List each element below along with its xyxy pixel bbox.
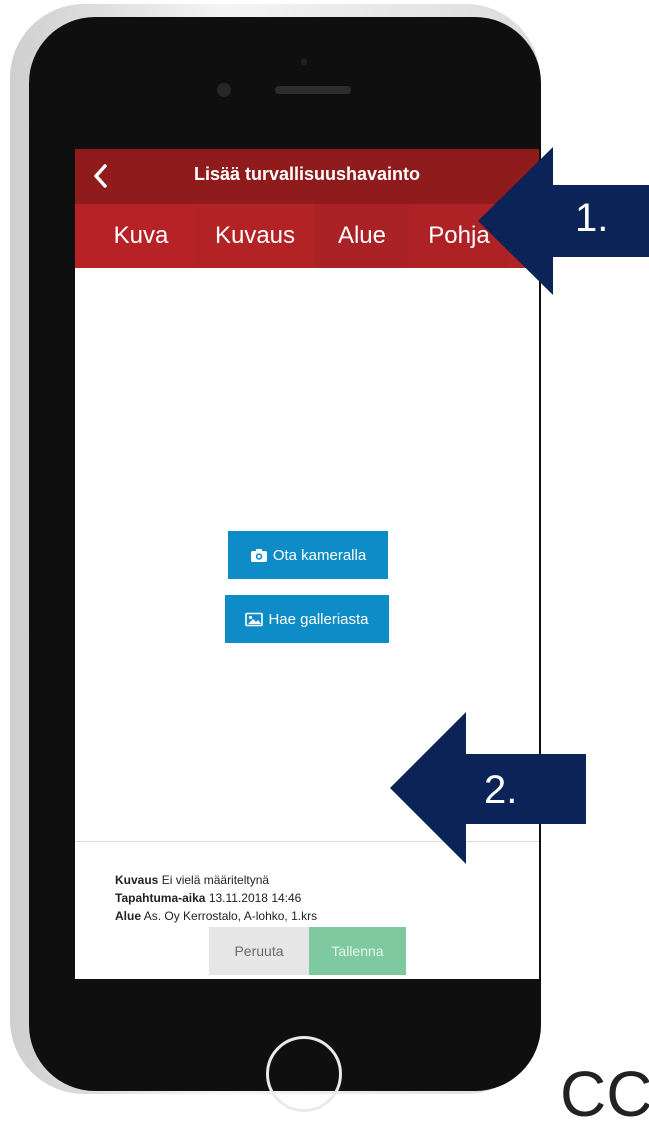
tab-kuvaus[interactable]: Kuvaus	[195, 204, 315, 268]
cancel-button[interactable]: Peruuta	[209, 927, 309, 975]
take-photo-label: Ota kameralla	[272, 546, 367, 564]
summary-label: Kuvaus	[115, 873, 159, 887]
home-button[interactable]	[266, 1036, 342, 1112]
tab-label: Alue	[337, 222, 387, 249]
summary-value: 13.11.2018 14:46	[208, 891, 302, 905]
tab-alue[interactable]: Alue	[315, 204, 409, 268]
tab-label: Kuva	[113, 222, 169, 249]
app-header: Lisää turvallisuushavainto	[75, 149, 539, 204]
summary-description: Kuvaus Ei vielä määriteltynä	[115, 871, 317, 889]
tab-label: Kuvaus	[214, 222, 296, 249]
observation-summary: Kuvaus Ei vielä määriteltynä Tapahtuma-a…	[115, 871, 317, 925]
image-icon	[245, 612, 264, 627]
tab-bar: Kuva Kuvaus Alue Pohja	[75, 204, 539, 268]
front-camera	[217, 83, 231, 97]
phone-body: Lisää turvallisuushavainto Kuva Kuvaus A…	[29, 17, 541, 1112]
summary-time: Tapahtuma-aika 13.11.2018 14:46	[115, 889, 317, 907]
camera-icon	[250, 548, 268, 563]
page-title: Lisää turvallisuushavainto	[193, 164, 421, 184]
phone-frame: Lisää turvallisuushavainto Kuva Kuvaus A…	[10, 4, 541, 1112]
summary-value: As. Oy Kerrostalo, A-lohko, 1.krs	[143, 909, 318, 923]
earpiece-speaker	[275, 86, 351, 94]
tab-kuva[interactable]: Kuva	[75, 204, 195, 268]
pick-from-gallery-label: Hae galleriasta	[268, 610, 369, 628]
summary-label: Tapahtuma-aika	[115, 891, 206, 905]
summary-label: Alue	[115, 909, 142, 923]
callout-arrow-1	[478, 147, 649, 295]
summary-area: Alue As. Oy Kerrostalo, A-lohko, 1.krs	[115, 907, 317, 925]
take-photo-button[interactable]: Ota kameralla	[228, 531, 388, 579]
summary-value: Ei vielä määriteltynä	[161, 873, 270, 887]
callout-label-1: 1.	[575, 196, 609, 240]
callout-label-2: 2.	[484, 768, 518, 812]
save-button[interactable]: Tallenna	[309, 927, 406, 975]
proximity-sensor	[301, 59, 307, 65]
pick-from-gallery-button[interactable]: Hae galleriasta	[225, 595, 389, 643]
partial-logo-text: CC	[560, 1058, 649, 1130]
